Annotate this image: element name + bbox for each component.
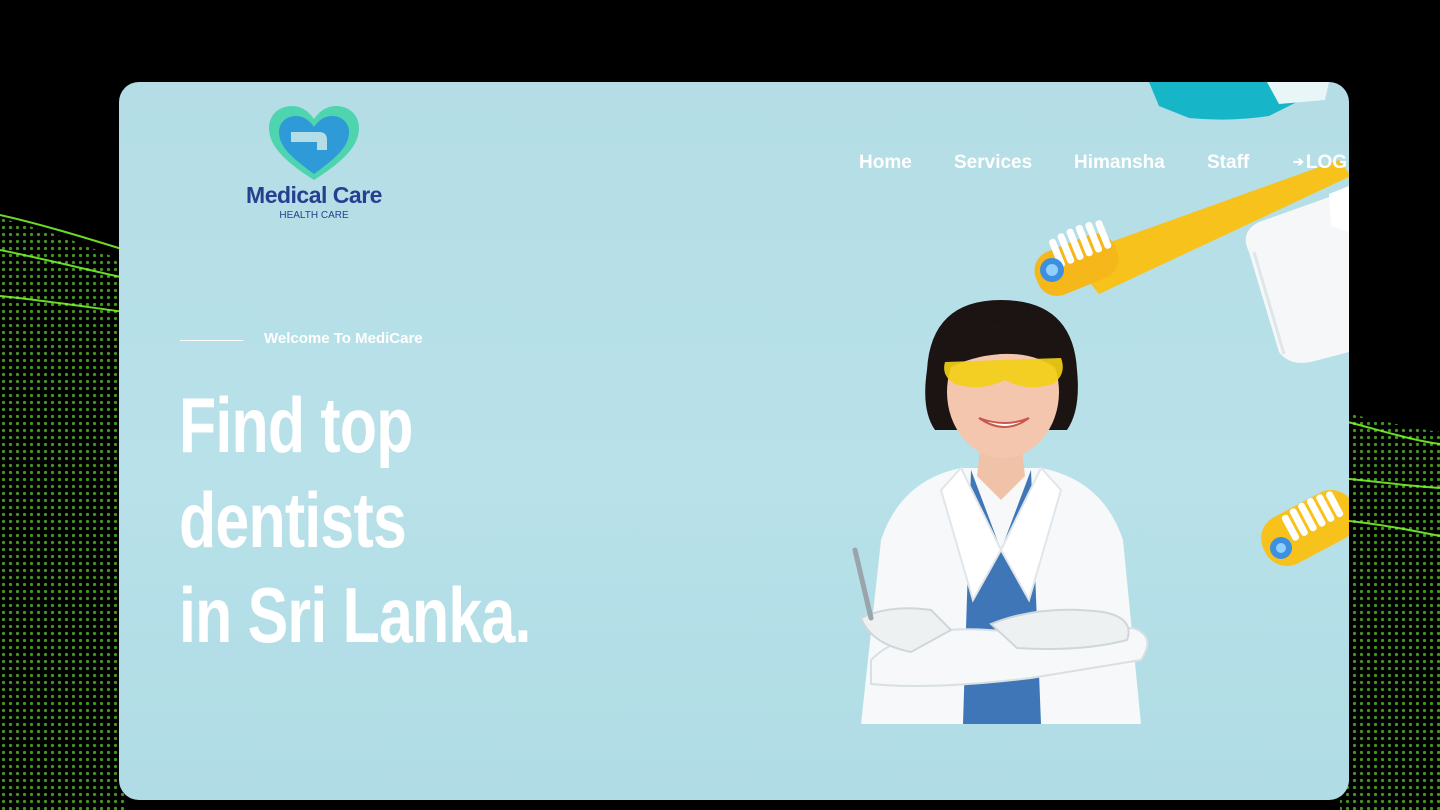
nav-user-himansha[interactable]: Himansha — [1074, 152, 1165, 174]
hero-heading-line-1: Find top — [179, 381, 413, 469]
nav-services[interactable]: Services — [954, 152, 1032, 174]
logo-subtitle: HEALTH CARE — [279, 210, 349, 221]
heart-logo-icon — [269, 106, 359, 180]
hero-heading-line-2: dentists — [179, 476, 407, 564]
browser-page: Medical Care HEALTH CARE Home Services H… — [119, 82, 1349, 800]
hero-heading-line-3: in Sri Lanka. — [179, 571, 531, 659]
nav-home[interactable]: Home — [859, 152, 912, 174]
nav-login-label: LOG — [1305, 152, 1348, 173]
nav-login[interactable]: ➔ LOG — [1293, 152, 1347, 174]
site-logo[interactable]: Medical Care HEALTH CARE — [243, 106, 383, 226]
login-icon: ➔ — [1293, 154, 1304, 169]
yellow-toothbrush-right — [1261, 490, 1349, 566]
logo-title: Medical Care — [246, 182, 382, 208]
welcome-tagline: Welcome To MediCare — [264, 330, 423, 347]
dentist-photo — [852, 300, 1149, 724]
mouthwash-bottle-illustration — [1149, 82, 1329, 120]
welcome-divider — [180, 340, 243, 341]
nav-staff[interactable]: Staff — [1207, 152, 1249, 174]
